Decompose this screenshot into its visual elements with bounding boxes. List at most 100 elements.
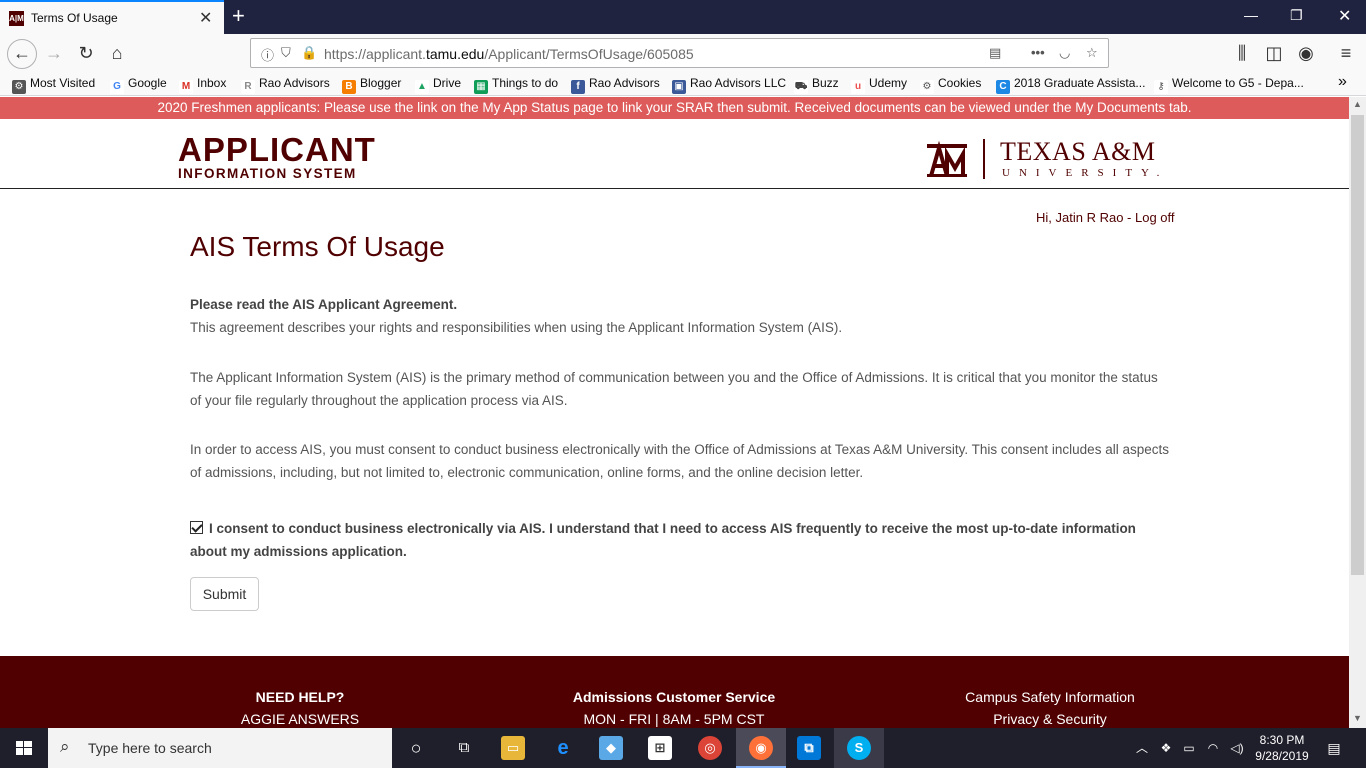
privacy-security-link[interactable]: Privacy & Security — [925, 708, 1175, 728]
bookmarks-overflow-chevron-icon[interactable]: » — [1338, 73, 1347, 91]
dropbox-icon[interactable]: ❖ — [1154, 736, 1178, 760]
bookmark-label: Rao Advisors — [259, 76, 330, 90]
bookmark-item[interactable]: ⚷ Welcome to G5 - Depa... — [1154, 76, 1304, 94]
bookmark-label: Welcome to G5 - Depa... — [1172, 76, 1304, 90]
taskbar-firefox-active[interactable]: ◉ — [736, 728, 786, 768]
bookmark-star-icon[interactable]: ☆ — [1086, 45, 1098, 61]
new-tab-icon[interactable]: + — [232, 3, 245, 29]
agreement-paragraph: The Applicant Information System (AIS) i… — [190, 370, 1158, 408]
chrome-icon[interactable]: ◎ — [698, 736, 722, 760]
windows-start-icon[interactable] — [0, 728, 48, 768]
bookmark-icon: ⚙ — [12, 80, 26, 94]
taskbar-search-input[interactable]: ⌕ Type here to search — [48, 728, 392, 768]
navigation-toolbar: ← → ↻ ⌂ ⓘ ⛉ 🔒 https://applicant.tamu.edu… — [0, 34, 1366, 72]
more-actions-icon[interactable]: ••• — [1031, 45, 1045, 60]
info-icon[interactable]: ⓘ — [261, 45, 274, 64]
aggie-answers-link[interactable]: AGGIE ANSWERS — [200, 708, 400, 728]
file-explorer-icon[interactable]: ▭ — [501, 736, 525, 760]
campus-safety-link[interactable]: Campus Safety Information — [925, 686, 1175, 708]
bookmark-item[interactable]: R Rao Advisors — [241, 76, 330, 94]
drive-icon: ▲ — [415, 80, 429, 94]
page-scrollbar[interactable]: ▲ ▼ — [1349, 97, 1366, 728]
bookmark-item[interactable]: ⚙ Cookies — [920, 76, 981, 94]
taskbar-clock[interactable]: 8:30 PM 9/28/2019 — [1250, 732, 1314, 764]
tamu-wordmark[interactable]: TEXAS A&M — [1000, 137, 1155, 167]
footer-service-hours: MON - FRI | 8AM - 5PM CST — [583, 711, 765, 727]
scroll-thumb[interactable] — [1351, 115, 1364, 575]
footer-help: NEED HELP? AGGIE ANSWERS — [200, 686, 400, 728]
bookmark-item[interactable]: C 2018 Graduate Assista... — [996, 76, 1145, 94]
consent-checkbox[interactable] — [190, 521, 203, 534]
volume-icon[interactable]: ◁) — [1225, 736, 1249, 760]
show-hidden-icons-chevron-icon[interactable]: ︿ — [1130, 736, 1154, 760]
ais-logo-title[interactable]: APPLICANT — [178, 133, 376, 166]
taskbar-skype[interactable]: S — [834, 728, 884, 768]
store-icon[interactable]: ⊞ — [648, 736, 672, 760]
bookmark-item[interactable]: ⚙ Most Visited — [12, 76, 95, 94]
notes-app-icon[interactable]: ◆ — [599, 736, 623, 760]
bookmark-item[interactable]: G Google — [110, 76, 167, 94]
agreement-paragraph: In order to access AIS, you must consent… — [190, 442, 1169, 480]
bookmark-item[interactable]: M Inbox — [179, 76, 226, 94]
tamu-atm-logo-icon[interactable] — [925, 140, 969, 180]
close-window-icon[interactable]: ✕ — [1338, 6, 1351, 26]
sidebar-icon[interactable]: ◫ — [1262, 42, 1286, 66]
close-tab-icon[interactable]: ✕ — [199, 8, 212, 28]
bookmark-label: 2018 Graduate Assista... — [1014, 76, 1146, 90]
bookmark-item[interactable]: ▣ Rao Advisors LLC — [672, 76, 786, 94]
scroll-up-icon[interactable]: ▲ — [1353, 99, 1362, 109]
menu-icon[interactable]: ≡ — [1334, 42, 1358, 66]
restore-icon[interactable]: ❐ — [1290, 7, 1303, 24]
edge-icon[interactable]: e — [551, 736, 575, 760]
bookmark-item[interactable]: ▦ Things to do — [474, 76, 558, 94]
home-icon[interactable]: ⌂ — [105, 42, 129, 66]
gear-icon: ⚙ — [920, 80, 934, 94]
bookmark-label: Google — [128, 76, 167, 90]
reload-icon[interactable]: ↻ — [74, 42, 98, 66]
account-icon[interactable]: ◉ — [1294, 42, 1318, 66]
cortana-icon[interactable]: ○ — [404, 736, 428, 760]
task-view-icon[interactable]: ⧉ — [452, 736, 476, 760]
building-icon: ▣ — [672, 80, 686, 94]
ais-logo-subtitle[interactable]: INFORMATION SYSTEM — [178, 166, 357, 181]
battery-icon[interactable]: ▭ — [1177, 736, 1201, 760]
url-text[interactable]: https://applicant.tamu.edu/Applicant/Ter… — [324, 46, 694, 62]
url-path: /Applicant/TermsOfUsage/605085 — [484, 46, 694, 62]
logoff-link[interactable]: Log off — [1135, 210, 1175, 225]
bookmark-item[interactable]: ▲ Drive — [415, 76, 461, 94]
consent-label[interactable]: I consent to conduct business electronic… — [190, 518, 1150, 563]
tab-terms-of-usage[interactable]: A|M Terms Of Usage ✕ — [0, 0, 224, 34]
key-icon: ⚷ — [1154, 80, 1168, 94]
scroll-down-icon[interactable]: ▼ — [1353, 713, 1362, 723]
url-bar[interactable]: ⓘ ⛉ 🔒 https://applicant.tamu.edu/Applica… — [250, 38, 1109, 68]
shield-icon[interactable]: ⛉ — [281, 45, 291, 61]
clock-time: 8:30 PM — [1259, 733, 1305, 747]
action-center-icon[interactable]: ▤ — [1322, 736, 1346, 760]
library-icon[interactable]: ⫼ — [1230, 42, 1254, 66]
wifi-icon[interactable]: ◠ — [1201, 736, 1225, 760]
minimize-icon[interactable]: — — [1244, 7, 1258, 23]
firefox-icon: ◉ — [749, 736, 773, 760]
buzz-icon: ⛟ — [794, 80, 808, 94]
search-icon: ⌕ — [60, 737, 70, 756]
c-icon: C — [996, 80, 1010, 94]
bookmark-item[interactable]: ⛟ Buzz — [794, 76, 839, 94]
bookmark-label: Rao Advisors LLC — [690, 76, 787, 90]
bookmarks-toolbar: ⚙ Most Visited G Google M Inbox R Rao Adviso… — [0, 72, 1366, 96]
bookmark-label: Drive — [433, 76, 462, 90]
submit-button[interactable]: Submit — [190, 577, 259, 611]
bookmark-item[interactable]: f Rao Advisors — [571, 76, 660, 94]
skype-icon: S — [847, 736, 871, 760]
udemy-icon: u — [851, 80, 865, 94]
forward-arrow-icon[interactable]: → — [42, 42, 66, 66]
pocket-icon[interactable]: ◡ — [1059, 45, 1070, 61]
reader-view-icon[interactable]: ▤ — [989, 45, 1001, 61]
lock-icon[interactable]: 🔒 — [301, 45, 317, 61]
bookmark-label: Rao Advisors — [589, 76, 660, 90]
remote-desktop-icon[interactable]: ⧉ — [797, 736, 821, 760]
bookmark-item[interactable]: B Blogger — [342, 76, 401, 94]
back-arrow-icon[interactable]: ← — [7, 39, 37, 69]
bookmark-label: Things to do — [492, 76, 559, 90]
google-icon: G — [110, 80, 124, 94]
bookmark-item[interactable]: u Udemy — [851, 76, 907, 94]
